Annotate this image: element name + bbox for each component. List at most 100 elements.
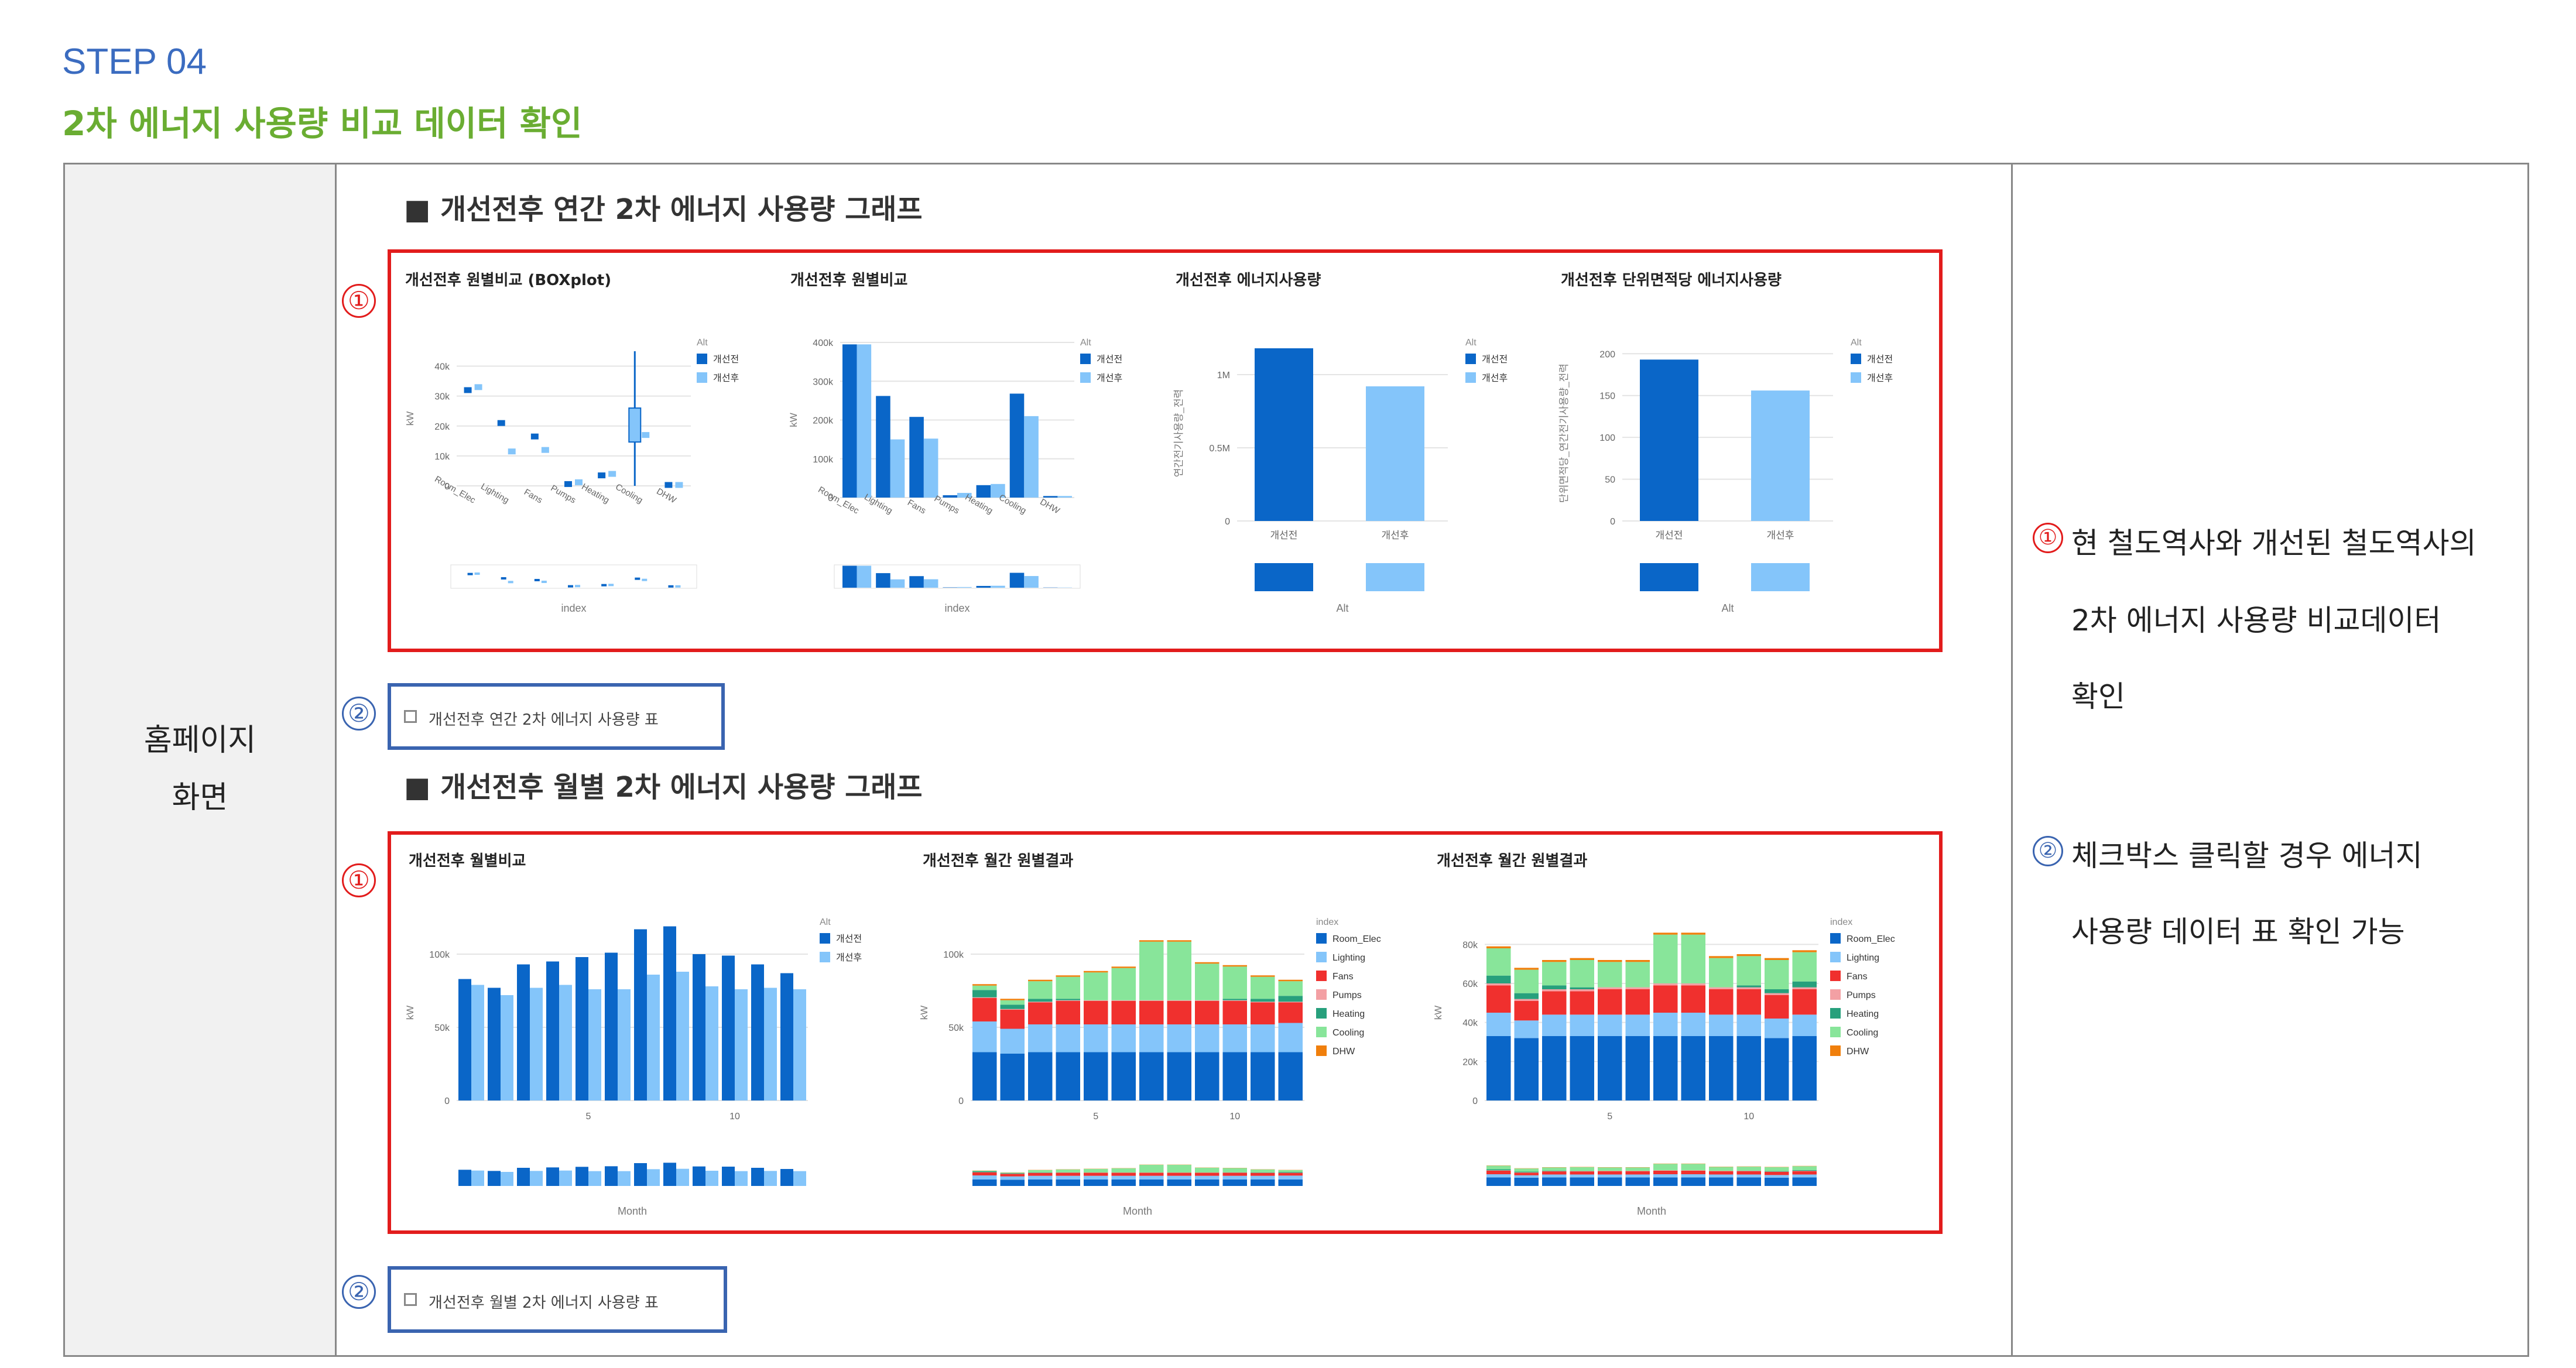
slider-segment (1765, 1175, 1789, 1178)
slider-segment (1570, 1174, 1594, 1178)
slider-segment (1028, 1172, 1053, 1173)
slider-segment (1792, 1177, 1817, 1186)
y-tick-label: 150 (1599, 392, 1615, 402)
slider-bar (618, 1171, 631, 1186)
slider-segment (1139, 1172, 1164, 1176)
slider-segment (1139, 1180, 1164, 1186)
stack-segment (1000, 1054, 1025, 1100)
stack-segment (1709, 956, 1734, 958)
bar-after (530, 988, 543, 1100)
stack-segment (1598, 989, 1622, 1015)
x-tick-label: 5 (586, 1112, 591, 1122)
slider-segment (1542, 1177, 1567, 1186)
slider-bar (876, 573, 890, 588)
stack-segment (1736, 1036, 1761, 1100)
legend-label: 개선전 (713, 354, 739, 365)
monthly-table-checkbox[interactable] (404, 1293, 417, 1306)
annual-table-checkbox[interactable] (404, 710, 417, 723)
stack-segment (1542, 1014, 1567, 1036)
slider-segment (1653, 1170, 1678, 1174)
stack-segment (1653, 983, 1678, 986)
bar-after (793, 989, 806, 1100)
stack-segment (1167, 940, 1191, 942)
stack-segment (1514, 969, 1539, 993)
slider-segment (1000, 1174, 1025, 1177)
y-tick-label: 40k (434, 362, 450, 372)
monthly-table-checkbox-label[interactable]: 개선전후 월별 2차 에너지 사용량 표 (429, 1291, 659, 1312)
slider-bar (676, 1168, 689, 1186)
stack-segment (1056, 1024, 1080, 1052)
stack-segment (1653, 934, 1678, 983)
bar-before (842, 344, 857, 498)
legend-label: Pumps (1847, 990, 1876, 1000)
slider-segment (1251, 1172, 1275, 1173)
stack-segment (1278, 1002, 1303, 1023)
slider-segment (1111, 1172, 1136, 1176)
slider-segment (1222, 1172, 1247, 1176)
stack-segment (1195, 1000, 1220, 1001)
slider-segment (1709, 1174, 1734, 1178)
stack-segment (972, 1052, 997, 1100)
slider-bar (1751, 563, 1810, 591)
y-tick-label: 20k (1462, 1057, 1478, 1067)
annual-table-toggle[interactable]: 개선전후 연간 2차 에너지 사용량 표 (388, 683, 725, 750)
stack-segment (1681, 934, 1705, 983)
legend-title: Alt (820, 917, 831, 927)
slider-segment (1139, 1164, 1164, 1173)
marker-2-bottom: ② (342, 1275, 376, 1309)
stack-segment (1653, 932, 1678, 935)
monthly-table-toggle[interactable]: 개선전후 월별 2차 에너지 사용량 표 (388, 1266, 727, 1333)
slider-segment (1542, 1171, 1567, 1175)
x-axis-label: Alt (1721, 602, 1734, 614)
slider-mark (508, 581, 513, 584)
slider-segment (972, 1171, 997, 1172)
slider-segment (1598, 1171, 1622, 1175)
slider-mark (568, 585, 573, 588)
stack-segment (1709, 987, 1734, 989)
slider-segment (1625, 1177, 1650, 1186)
stack-segment (1111, 966, 1136, 968)
slider-bar (991, 585, 1005, 588)
chart3-title: 개선전후 에너지사용량 (1176, 272, 1321, 289)
box-after (541, 447, 549, 453)
stack-segment (1000, 999, 1025, 1000)
slider-segment (1028, 1172, 1053, 1176)
y-axis-label: kW (405, 412, 416, 426)
slider-segment (1222, 1168, 1247, 1172)
slider-segment (1251, 1175, 1275, 1180)
stack-segment (1084, 1001, 1108, 1024)
stack-segment (1251, 1052, 1275, 1100)
chart-energy-usage: 00.5M1M연간전기사용량_전력개선전 개선후Alt개선전개선후Alt (1173, 338, 1508, 614)
stack-segment (972, 985, 997, 990)
desc-marker-1: ① (2033, 523, 2063, 553)
y-tick-label: 10k (434, 452, 450, 462)
slider-mark (608, 584, 614, 587)
stack-segment (1765, 958, 1789, 960)
legend-swatch (1830, 1045, 1841, 1056)
slider-segment (1251, 1169, 1275, 1172)
y-tick-label: 0 (958, 1096, 964, 1106)
box-before (564, 481, 572, 487)
slider-segment (1195, 1180, 1220, 1186)
slider-bar (559, 1170, 572, 1186)
box-before (598, 472, 606, 479)
slider-segment (1111, 1168, 1136, 1173)
bar-before (1009, 393, 1025, 498)
step-title: 2차 에너지 사용량 비교 데이터 확인 (62, 104, 583, 143)
stack-segment (1000, 1028, 1025, 1054)
slider-bar (842, 565, 857, 588)
annual-table-checkbox-label[interactable]: 개선전후 연간 2차 에너지 사용량 표 (429, 708, 659, 729)
slider-mark (601, 584, 607, 587)
slider-segment (1792, 1171, 1817, 1175)
desc1-line2: 2차 에너지 사용량 비교데이터 (2071, 604, 2441, 637)
stack-segment (1111, 968, 1136, 1000)
slider-segment (1598, 1174, 1622, 1178)
bar-before (722, 955, 735, 1100)
bar-after (1057, 496, 1072, 498)
y-tick-label: 20k (434, 422, 450, 432)
slider-segment (1167, 1180, 1191, 1186)
slider-segment (1084, 1180, 1108, 1186)
legend-swatch (1080, 372, 1091, 383)
legend-swatch (1465, 372, 1476, 383)
y-tick-label: 50k (434, 1023, 450, 1033)
